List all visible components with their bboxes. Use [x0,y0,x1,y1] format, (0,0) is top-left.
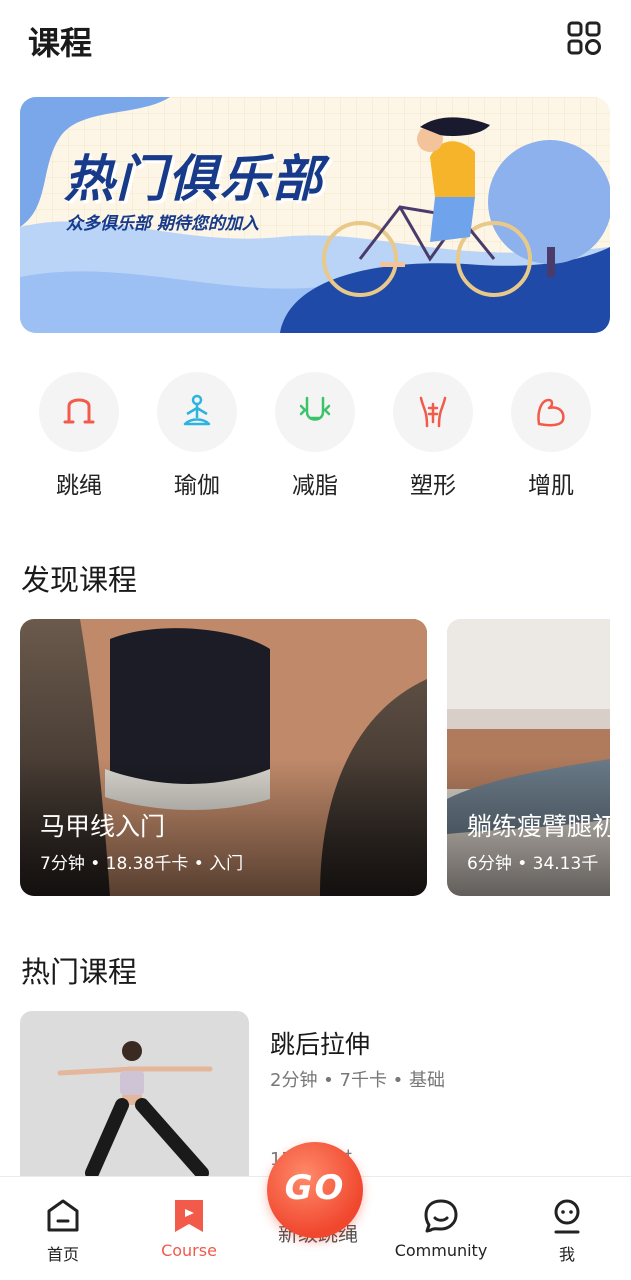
header: 课程 [0,0,631,84]
profile-icon [549,1197,585,1235]
jump-rope-icon [39,372,119,452]
category-body-shape[interactable]: 塑形 [383,372,483,502]
go-label: GO [284,1168,346,1208]
category-fat-loss[interactable]: 减脂 [265,372,365,502]
tab-home[interactable]: 首页 [3,1177,123,1280]
category-muscle[interactable]: 增肌 [501,372,601,502]
discover-card[interactable]: 马甲线入门 7分钟 • 18.38千卡 • 入门 [20,619,427,896]
grid-icon[interactable] [566,20,602,56]
tab-label: Course [161,1241,217,1260]
category-label: 瑜伽 [174,473,220,499]
category-yoga[interactable]: 瑜伽 [147,372,247,502]
muscle-icon [511,372,591,452]
hot-course-photo[interactable] [20,1011,249,1181]
community-chat-icon [423,1197,459,1235]
course-meta: 6分钟 • 34.13千 [467,854,599,874]
course-bookmark-icon [171,1197,207,1235]
course-name: 马甲线入门 [40,812,166,841]
fat-loss-icon [275,372,355,452]
discover-section-title: 发现课程 [21,563,138,597]
category-row: 跳绳 瑜伽 减脂 塑形 增肌 [0,372,631,502]
home-icon [45,1197,81,1235]
category-label: 跳绳 [56,473,102,499]
hot-section-title: 热门课程 [21,955,138,989]
discover-card[interactable]: 躺练瘦臂腿初 6分钟 • 34.13千 [447,619,610,896]
go-start-button[interactable]: GO [267,1142,363,1238]
course-name: 躺练瘦臂腿初 [467,812,610,841]
tab-course[interactable]: Course [129,1177,249,1280]
category-label: 增肌 [528,473,574,499]
tab-label: 我 [558,1245,575,1264]
hot-course-meta: 2分钟 • 7千卡 • 基础 [270,1070,446,1091]
course-meta: 7分钟 • 18.38千卡 • 入门 [40,854,244,874]
tab-label: Community [394,1241,488,1260]
banner-subtitle: 众多俱乐部 期待您的加入 [66,214,259,234]
tab-me[interactable]: 我 [507,1177,627,1280]
body-shape-icon [393,372,473,452]
tab-community[interactable]: Community [381,1177,501,1280]
category-label: 减脂 [292,473,338,499]
category-label: 塑形 [410,473,456,499]
category-jump-rope[interactable]: 跳绳 [29,372,129,502]
club-banner[interactable]: 热门俱乐部 众多俱乐部 期待您的加入 [20,97,610,333]
tab-label: 首页 [46,1245,79,1264]
yoga-icon [157,372,237,452]
banner-title: 热门俱乐部 [64,150,324,208]
page-title: 课程 [28,24,93,62]
hot-course-name: 跳后拉伸 [270,1030,371,1059]
